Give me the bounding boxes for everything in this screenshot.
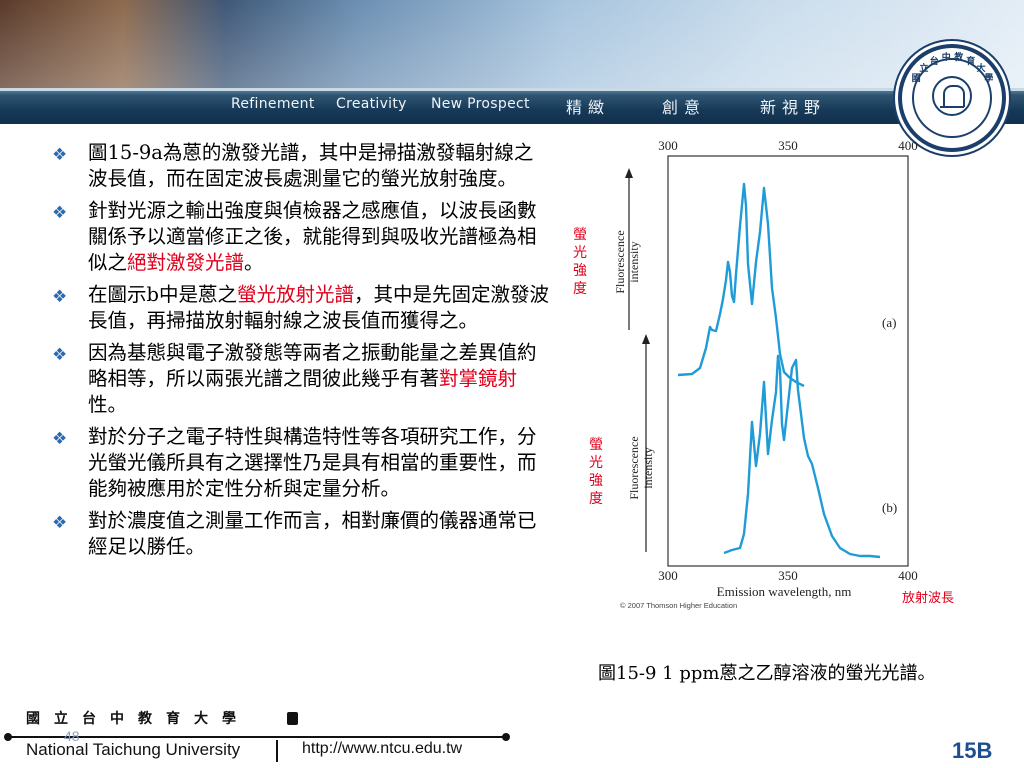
y-label-a-line2: intensity — [627, 241, 641, 282]
highlighted-term: 絕對激發光譜 — [127, 251, 245, 274]
bullet-text: 圖15-9a為蒽的激發光譜，其中是掃描激發輻射線之波長值，而在固定波長處測量它的… — [88, 141, 534, 190]
bullet-item: ❖ 對於分子之電子特性與構造特性等各項研究工作，分光螢光儀所具有之選擇性乃是具有相… — [52, 424, 552, 502]
slogan-refinement: Refinement — [231, 96, 315, 112]
footer: 國立台中教育大學 48 National Taichung University… — [0, 700, 1024, 768]
fluorescence-spectrum-figure: 300 350 400 300 350 400 Emission wavelen… — [560, 134, 990, 614]
bottom-tick-350: 350 — [778, 568, 798, 583]
bottom-tick-400: 400 — [898, 568, 918, 583]
plot-frame — [667, 155, 909, 567]
figure-copyright: © 2007 Thomson Higher Education — [620, 601, 737, 610]
footer-separator — [276, 740, 278, 762]
panel-a-label: (a) — [882, 315, 896, 330]
top-tick-400: 400 — [898, 138, 918, 153]
footer-url-link[interactable]: http://www.ntcu.edu.tw — [302, 740, 462, 758]
diamond-bullet-icon: ❖ — [52, 345, 68, 365]
seal-rim-letter: 教 — [954, 53, 964, 64]
y-label-b-line1: Fluorescence — [627, 436, 641, 499]
slogan-new-prospect: New Prospect — [431, 96, 530, 112]
figure-caption: 圖15-9 1 ppm蒽之乙醇溶液的螢光光譜。 — [598, 663, 936, 684]
y-label-cn-b: 螢光強度 — [589, 437, 603, 507]
footer-university-cn: 國立台中教育大學 — [26, 711, 250, 727]
y-arrowhead-a — [625, 168, 633, 178]
seal-emblem-icon — [932, 76, 972, 116]
x-axis-label: Emission wavelength, nm — [717, 584, 852, 599]
y-label-b-line2: intensity — [641, 447, 655, 488]
y-label-cn-a: 螢光強度 — [573, 227, 587, 297]
slogan-cn-creativity: 創意 — [662, 98, 707, 117]
y-label-a-line1: Fluorescence — [613, 230, 627, 293]
seal-rim-letter: 學 — [984, 74, 994, 84]
panel-b-label: (b) — [882, 500, 897, 515]
y-arrowhead-b — [642, 334, 650, 344]
footer-line-dot-right — [502, 733, 510, 741]
bullet-item: ❖ 因為基態與電子激發態等兩者之振動能量之差異值約略相等，所以兩張光譜之間彼此幾乎… — [52, 340, 552, 418]
slogan-cn-refinement: 精緻 — [566, 98, 611, 117]
slide-code: 15B — [952, 738, 993, 763]
bullet-text: 。 — [244, 251, 264, 274]
bullet-text: 對於分子之電子特性與構造特性等各項研究工作，分光螢光儀所具有之選擇性乃是具有相當… — [88, 425, 537, 500]
seal-rim-letter: 立 — [919, 64, 929, 75]
top-tick-300: 300 — [658, 138, 678, 153]
x-axis-label-cn: 放射波長 — [902, 590, 954, 606]
bottom-tick-300: 300 — [658, 568, 678, 583]
footer-divider-line — [8, 736, 506, 738]
bullet-item: ❖ 針對光源之輸出強度與偵檢器之感應值，以波長函數關係予以適當修正之後，就能得到與… — [52, 198, 552, 276]
bullet-text: 性。 — [88, 393, 128, 416]
diamond-bullet-icon: ❖ — [52, 429, 68, 449]
diamond-bullet-icon: ❖ — [52, 145, 68, 165]
seal-rim-letter: 育 — [966, 57, 976, 68]
bullet-item: ❖ 圖15-9a為蒽的激發光譜，其中是掃描激發輻射線之波長值，而在固定波長處測量它… — [52, 140, 552, 192]
seal-rim-letter: 台 — [929, 57, 939, 68]
bullet-list: ❖ 圖15-9a為蒽的激發光譜，其中是掃描激發輻射線之波長值，而在固定波長處測量它… — [52, 140, 552, 566]
bullet-item: ❖ 在圖示b中是蒽之螢光放射光譜，其中是先固定激發波長值，再掃描放射輻射線之波長值… — [52, 282, 552, 334]
footer-square-icon — [287, 712, 298, 725]
banner-photo — [0, 0, 1024, 88]
footer-university-en: National Taichung University — [26, 740, 241, 759]
diamond-bullet-icon: ❖ — [52, 287, 68, 307]
slogan-cn-new-prospect: 新視野 — [760, 98, 827, 117]
highlighted-term: 螢光放射光譜 — [236, 283, 354, 306]
top-tick-350: 350 — [778, 138, 798, 153]
bullet-text: 對於濃度值之測量工作而言，相對廉價的儀器通常已經足以勝任。 — [88, 509, 537, 558]
bullet-item: ❖ 對於濃度值之測量工作而言，相對廉價的儀器通常已經足以勝任。 — [52, 508, 552, 560]
highlighted-term: 對掌鏡射 — [439, 367, 518, 390]
diamond-bullet-icon: ❖ — [52, 513, 68, 533]
header-banner: Refinement Creativity New Prospect 精緻 創意… — [0, 0, 1024, 124]
slogan-creativity: Creativity — [336, 96, 407, 112]
diamond-bullet-icon: ❖ — [52, 203, 68, 223]
seal-rim-letter: 中 — [941, 53, 951, 64]
bullet-text: 在圖示b中是蒽之 — [88, 283, 237, 306]
spectrum-svg: 300 350 400 300 350 400 Emission wavelen… — [613, 138, 954, 610]
